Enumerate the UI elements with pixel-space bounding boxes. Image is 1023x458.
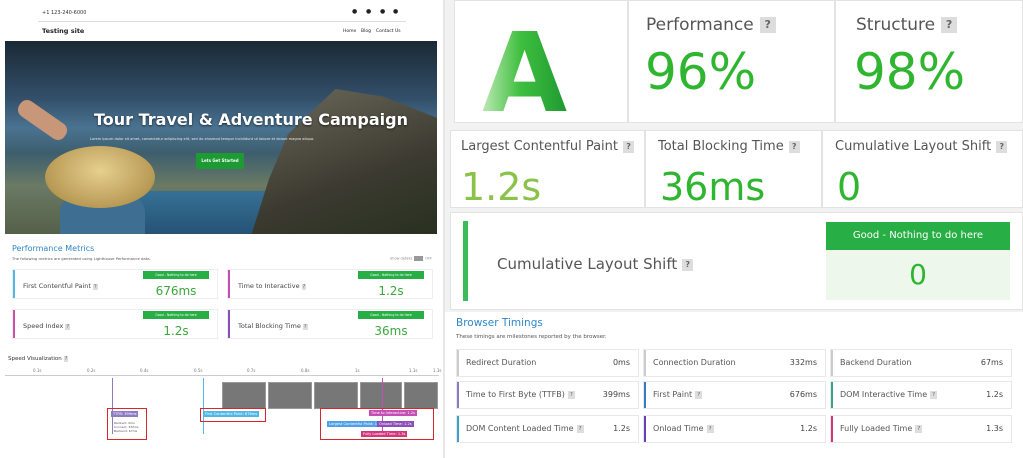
filmstrip-frame — [268, 382, 312, 409]
tbt-value: 36ms — [660, 165, 766, 209]
hero-subtitle: Lorem ipsum dolor sit amet, consectetur … — [90, 137, 315, 141]
help-icon[interactable]: ? — [682, 258, 694, 271]
help-icon[interactable]: ? — [788, 140, 800, 153]
help-icon[interactable]: ? — [759, 17, 776, 33]
cls-vital-value: 0 — [837, 165, 862, 209]
twitter-icon[interactable]: ● — [366, 8, 371, 15]
cls-status-badge: Good - Nothing to do here — [826, 222, 1010, 250]
metric-speed-index: Speed Index? Good - Nothing to do here 1… — [12, 309, 218, 339]
structure-label: Structure — [856, 15, 936, 35]
instagram-icon[interactable]: ● — [380, 8, 385, 15]
nav-blog[interactable]: Blog — [361, 29, 371, 34]
tbt-card: Total Blocking Time? 36ms — [645, 130, 822, 209]
fcp-callout: First Contentful Paint: 676ms — [200, 408, 266, 422]
hero-title: Tour Travel & Adventure Campaign — [94, 110, 408, 129]
help-icon: ? — [706, 424, 714, 433]
performance-value: 96% — [645, 43, 757, 101]
help-icon: ? — [915, 424, 923, 433]
structure-card: Structure? 98% — [835, 0, 1023, 123]
performance-label: Performance — [646, 15, 754, 35]
speed-viz-title: Speed Visualization? — [8, 356, 69, 362]
browser-timings-subtitle: These timings are milestones reported by… — [456, 334, 607, 340]
timing-ttfb: Time to First Byte (TTFB)? 399ms — [456, 381, 639, 409]
pinterest-icon[interactable]: ● — [393, 8, 398, 15]
help-icon[interactable]: ? — [623, 140, 635, 153]
help-icon: ? — [301, 284, 307, 290]
metric-tbt: Total Blocking Time? Good - Nothing to d… — [227, 309, 433, 339]
timing-connection: Connection Duration 332ms — [643, 349, 826, 377]
browser-timings-section: Browser Timings These timings are milest… — [445, 312, 1023, 458]
ttfb-callout: TTFB: 399ms Redirect: 0ms Connect: 332ms… — [107, 408, 147, 440]
facebook-icon[interactable]: ● — [352, 8, 357, 15]
site-name: Testing site — [42, 27, 85, 35]
help-icon: ? — [92, 284, 98, 290]
perf-metrics-title: Performance Metrics — [12, 244, 95, 253]
performance-card: Performance? 96% — [628, 0, 835, 123]
timing-dom-interactive: DOM Interactive Time? 1.2s — [830, 381, 1012, 409]
details-toggle[interactable]: Show details OFF — [390, 256, 432, 261]
help-icon: ? — [695, 390, 703, 399]
help-icon: ? — [302, 324, 308, 330]
cls-vital-card: Cumulative Layout Shift? 0 — [822, 130, 1023, 209]
grade-card: A — [454, 0, 628, 137]
help-icon: ? — [576, 424, 584, 433]
help-icon: ? — [567, 390, 575, 399]
timing-onload: Onload Time? 1.2s — [643, 415, 826, 443]
grade-letter: A — [482, 9, 568, 137]
nav-contact[interactable]: Contact Us — [376, 29, 401, 34]
help-icon[interactable]: ? — [996, 140, 1008, 153]
timing-dom-content-loaded: DOM Content Loaded Time? 1.2s — [456, 415, 639, 443]
metric-tti: Time to Interactive? Good - Nothing to d… — [227, 269, 433, 299]
filmstrip-frame — [314, 382, 358, 409]
timing-fully-loaded: Fully Loaded Time? 1.3s — [830, 415, 1012, 443]
timing-backend: Backend Duration 67ms — [830, 349, 1012, 377]
lcp-value: 1.2s — [461, 165, 542, 209]
speed-viz-axis: 0.1s 0.2s 0.4s 0.5s 0.7s 0.8s 1s 1.1s 1.… — [5, 368, 441, 376]
lcp-card: Largest Contentful Paint? 1.2s — [450, 130, 645, 209]
timing-first-paint: First Paint? 676ms — [643, 381, 826, 409]
site-phone: +1 123-240-6000 — [42, 10, 87, 16]
late-markers-callout: Time to Interactive: 1.2s Largest Conten… — [320, 408, 434, 440]
hero-cta-button[interactable]: Lets Get Started — [196, 153, 244, 169]
help-icon: ? — [63, 356, 69, 362]
nav-home[interactable]: Home — [343, 29, 356, 34]
metric-fcp: First Contentful Paint? Good - Nothing t… — [12, 269, 218, 299]
filmstrip-frame — [222, 382, 266, 409]
help-icon: ? — [65, 324, 70, 330]
browser-timings-title: Browser Timings — [456, 317, 543, 329]
cls-detail-value: 0 — [826, 250, 1010, 300]
perf-metrics-subtitle: The following metrics are generated usin… — [12, 256, 151, 261]
summary-panel: A Performance? 96% Structure? 98% Larges… — [445, 0, 1023, 458]
cls-detail-card: Cumulative Layout Shift? Good - Nothing … — [450, 212, 1023, 310]
timing-redirect: Redirect Duration 0ms — [456, 349, 639, 377]
help-icon[interactable]: ? — [941, 17, 958, 33]
site-header-divider — [38, 21, 406, 22]
filmstrip-frame — [404, 382, 438, 409]
help-icon: ? — [930, 390, 938, 399]
report-preview-panel: +1 123-240-6000 ● ● ● ● Testing site Hom… — [0, 0, 443, 458]
filmstrip-frame — [360, 382, 402, 409]
structure-value: 98% — [854, 43, 966, 101]
